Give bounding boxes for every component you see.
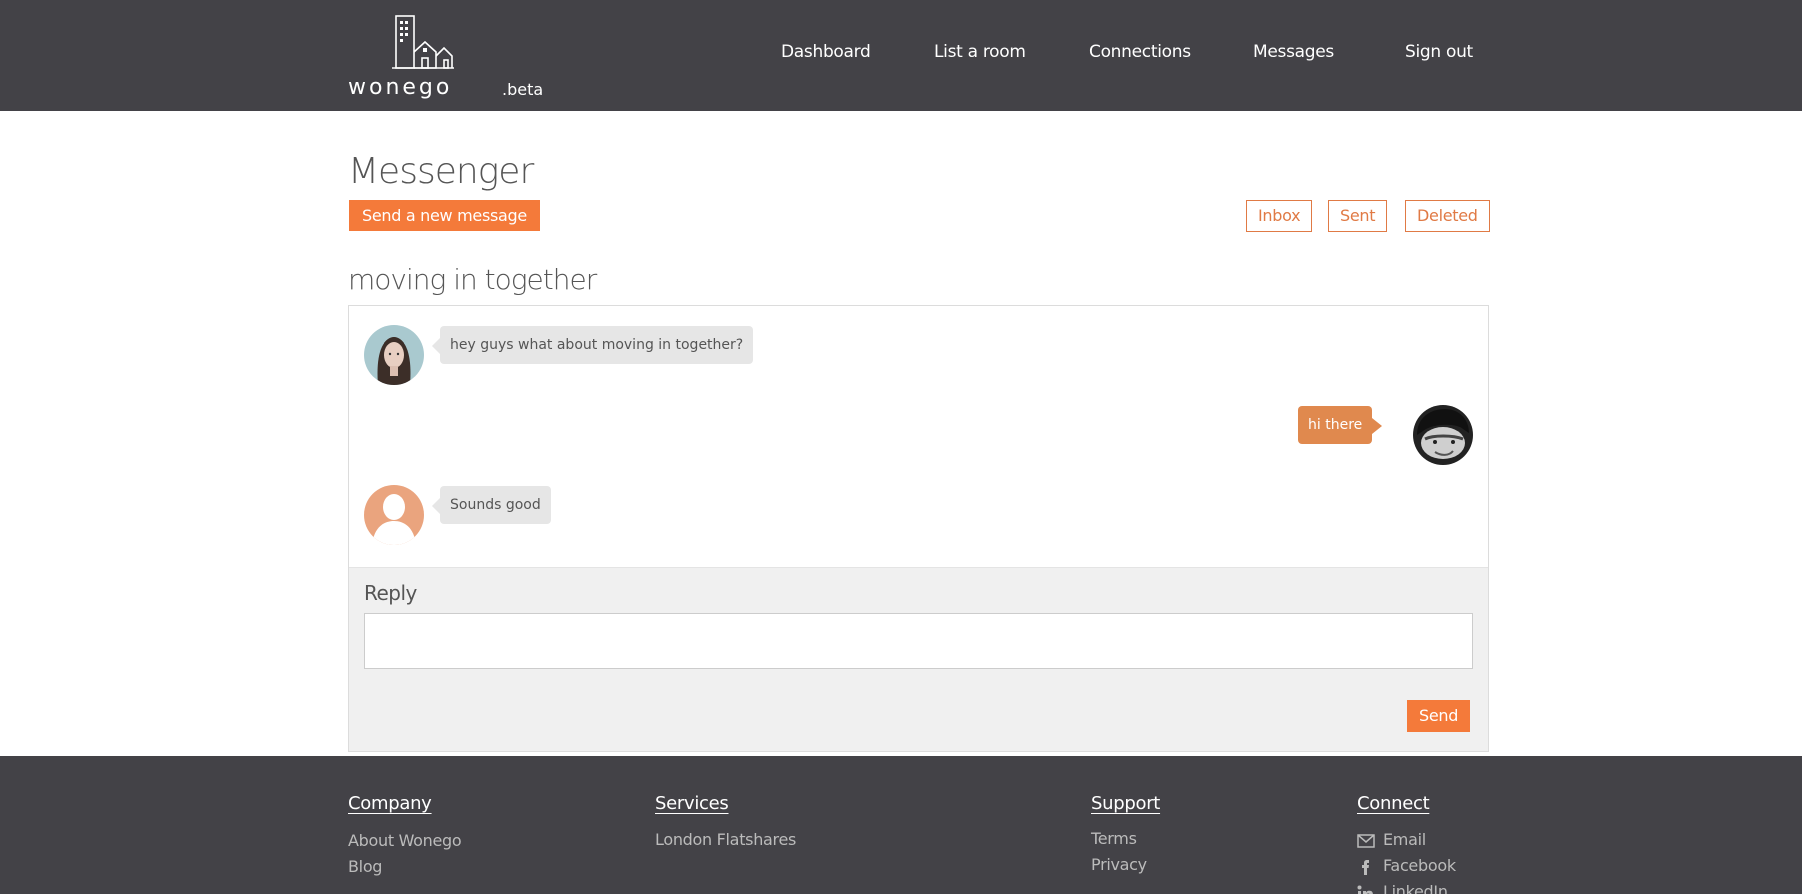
footer-link-privacy[interactable]: Privacy	[1091, 854, 1147, 876]
footer-link-terms[interactable]: Terms	[1091, 828, 1137, 850]
nav-sign-out[interactable]: Sign out	[1405, 40, 1473, 64]
page-title: Messenger	[348, 151, 534, 192]
message-bubble-incoming: hey guys what about moving in together?	[431, 326, 754, 364]
send-new-message-button[interactable]: Send a new message	[349, 200, 540, 231]
logo-beta-suffix: .beta	[502, 80, 544, 99]
footer-link-blog[interactable]: Blog	[348, 856, 382, 878]
footer-link-facebook[interactable]: Facebook	[1357, 855, 1456, 877]
footer-link-email-label: Email	[1383, 830, 1426, 849]
envelope-icon	[1357, 833, 1375, 848]
footer-heading-services: Services	[655, 793, 729, 814]
thread-subject: moving in together	[348, 263, 597, 296]
nav-messages[interactable]: Messages	[1253, 40, 1334, 64]
nav-connections[interactable]: Connections	[1089, 40, 1191, 64]
footer-heading-support: Support	[1091, 793, 1161, 814]
nav-dashboard[interactable]: Dashboard	[781, 40, 871, 64]
nav-list-a-room[interactable]: List a room	[934, 40, 1026, 64]
default-user-silhouette-icon	[364, 485, 424, 545]
reply-label: Reply	[364, 581, 417, 605]
reply-panel: Reply Send	[349, 567, 1488, 751]
male-user-photo-icon	[1413, 405, 1473, 465]
send-button[interactable]: Send	[1407, 700, 1471, 732]
building-logo-icon	[392, 15, 454, 69]
inbox-button[interactable]: Inbox	[1246, 200, 1313, 232]
sent-button[interactable]: Sent	[1328, 200, 1388, 232]
footer-link-facebook-label: Facebook	[1383, 856, 1456, 875]
linkedin-icon	[1357, 885, 1373, 894]
deleted-button[interactable]: Deleted	[1405, 200, 1490, 232]
footer-heading-connect: Connect	[1357, 793, 1430, 814]
avatar[interactable]	[1413, 405, 1473, 465]
footer-link-london-flatshares[interactable]: London Flatshares	[655, 829, 796, 851]
avatar[interactable]	[364, 485, 424, 545]
conversation-panel: hey guys what about moving in together? …	[348, 305, 1489, 752]
site-footer: Company About Wonego Blog Services Londo…	[0, 756, 1802, 894]
message-bubble-incoming: Sounds good	[432, 486, 551, 524]
footer-link-email[interactable]: Email	[1357, 829, 1426, 851]
footer-link-linkedin-label: LinkedIn	[1383, 882, 1448, 894]
logo-wordmark: wonego	[348, 75, 453, 100]
message-bubble-outgoing: hi there	[1298, 406, 1383, 444]
female-user-photo-icon	[364, 325, 424, 385]
wonego-logo[interactable]: wonego .beta	[348, 10, 548, 100]
reply-input[interactable]	[364, 613, 1473, 669]
footer-heading-company: Company	[348, 793, 432, 814]
facebook-icon	[1362, 859, 1369, 875]
footer-link-about[interactable]: About Wonego	[348, 830, 462, 852]
footer-link-linkedin[interactable]: LinkedIn	[1357, 881, 1448, 894]
top-navigation-bar: wonego .beta Dashboard List a room Conne…	[0, 0, 1802, 111]
avatar[interactable]	[364, 325, 424, 385]
